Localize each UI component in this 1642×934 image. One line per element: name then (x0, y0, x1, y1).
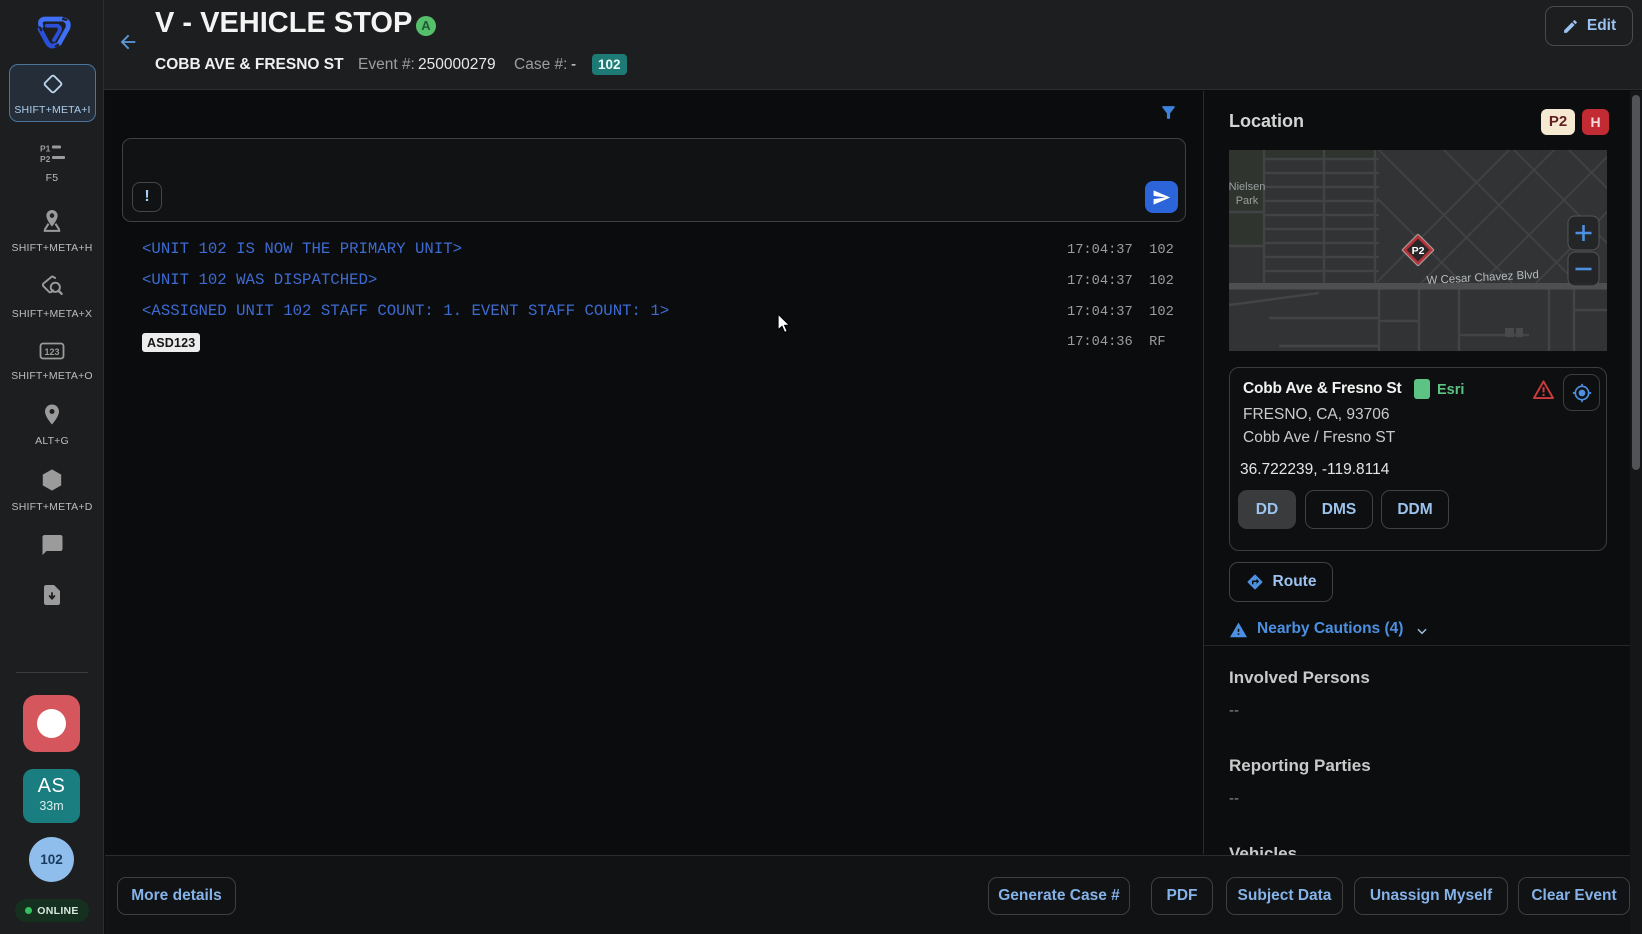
svg-text:P1: P1 (40, 144, 51, 154)
svg-text:Nielsen: Nielsen (1229, 181, 1265, 193)
svg-text:P2: P2 (40, 154, 51, 164)
svg-text:P2: P2 (1412, 245, 1425, 257)
svg-text:Park: Park (1236, 195, 1259, 207)
svg-text:123: 123 (44, 347, 59, 357)
